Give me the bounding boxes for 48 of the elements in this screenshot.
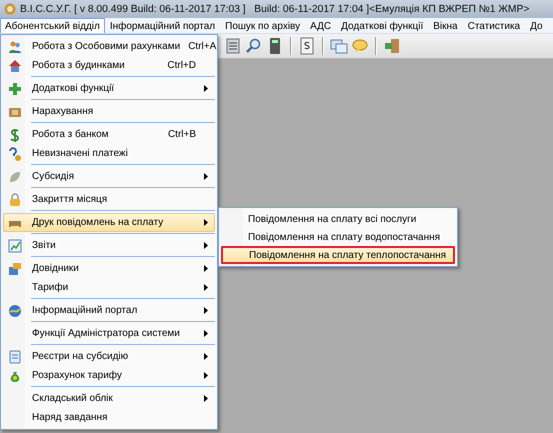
menu-item[interactable]: Розрахунок тарифу (3, 366, 215, 385)
document-icon (8, 350, 22, 364)
app-logo-icon (4, 3, 16, 15)
dollar-icon (8, 128, 22, 142)
menu-item[interactable]: Додаткові функції (3, 79, 215, 98)
plus-icon (8, 82, 22, 96)
menu-item[interactable]: Робота з будинками Ctrl+D (3, 56, 215, 75)
window-title: В.І.С.С.У.Г. [ v 8.00.499 Build: 06-11-2017 17:03 ] Build: 06-11-2017 17:04 ]<Емуляція КП ВЖРЕП №1 ЖМР> (20, 4, 530, 14)
menu-item[interactable]: Реєстри на субсидію (3, 347, 215, 366)
menu-bar-item[interactable]: Пошук по архіву (220, 18, 306, 33)
lock-icon (8, 192, 22, 206)
leaf-icon (8, 170, 22, 184)
menu-item[interactable]: Робота з банком Ctrl+B (3, 125, 215, 144)
menu-item[interactable]: Довідники (3, 259, 215, 278)
menu-bar-item[interactable]: Статистика (462, 18, 526, 33)
submenu-item[interactable]: Повідомлення на сплату водопостачання (221, 228, 455, 246)
menu-item[interactable]: Інформаційний портал (3, 301, 215, 320)
windows-icon[interactable] (330, 37, 348, 55)
people-icon (8, 40, 22, 54)
menu-bar-item[interactable]: До (525, 18, 548, 33)
menu-item[interactable]: Функції Адміністратора системи (3, 324, 215, 343)
menu-bar-item[interactable]: Інформаційний портал (104, 18, 220, 33)
exit-door-icon[interactable] (383, 37, 401, 55)
search-icon[interactable] (245, 37, 263, 55)
list-icon[interactable] (224, 37, 242, 55)
chart-icon (8, 238, 22, 252)
globe-icon (8, 304, 22, 318)
menu-item[interactable]: Субсидія (3, 167, 215, 186)
menu-bar-item[interactable]: Вікна (428, 18, 463, 33)
printer-icon (8, 216, 22, 230)
menu-item[interactable]: Наряд завдання (3, 408, 215, 427)
house-icon (8, 58, 22, 72)
menu-bar-item[interactable]: АДС (305, 18, 336, 33)
menu-item[interactable]: Тарифи (3, 278, 215, 297)
menu-item[interactable]: Складський облік (3, 389, 215, 408)
menu-item[interactable]: Невизначені платежі (3, 144, 215, 163)
menu-item[interactable]: Друк повідомлень на сплату (3, 213, 215, 232)
menu-item[interactable]: Нарахування (3, 102, 215, 121)
cards-icon (8, 262, 22, 276)
menu-item[interactable]: Закриття місяця (3, 190, 215, 209)
menu-bar-item[interactable]: Абонентський відділ (0, 18, 105, 33)
speech-bubble-icon[interactable] (351, 37, 369, 55)
question-coins-icon (8, 146, 22, 160)
submenu-item[interactable]: Повідомлення на сплату всі послуги (221, 210, 455, 228)
document-s-icon[interactable] (298, 37, 316, 55)
menu-bar-item[interactable]: Додаткові функції (336, 18, 428, 33)
menu-item[interactable]: Звіти (3, 236, 215, 255)
submenu-item[interactable]: Повідомлення на сплату теплопостачання (221, 246, 455, 264)
